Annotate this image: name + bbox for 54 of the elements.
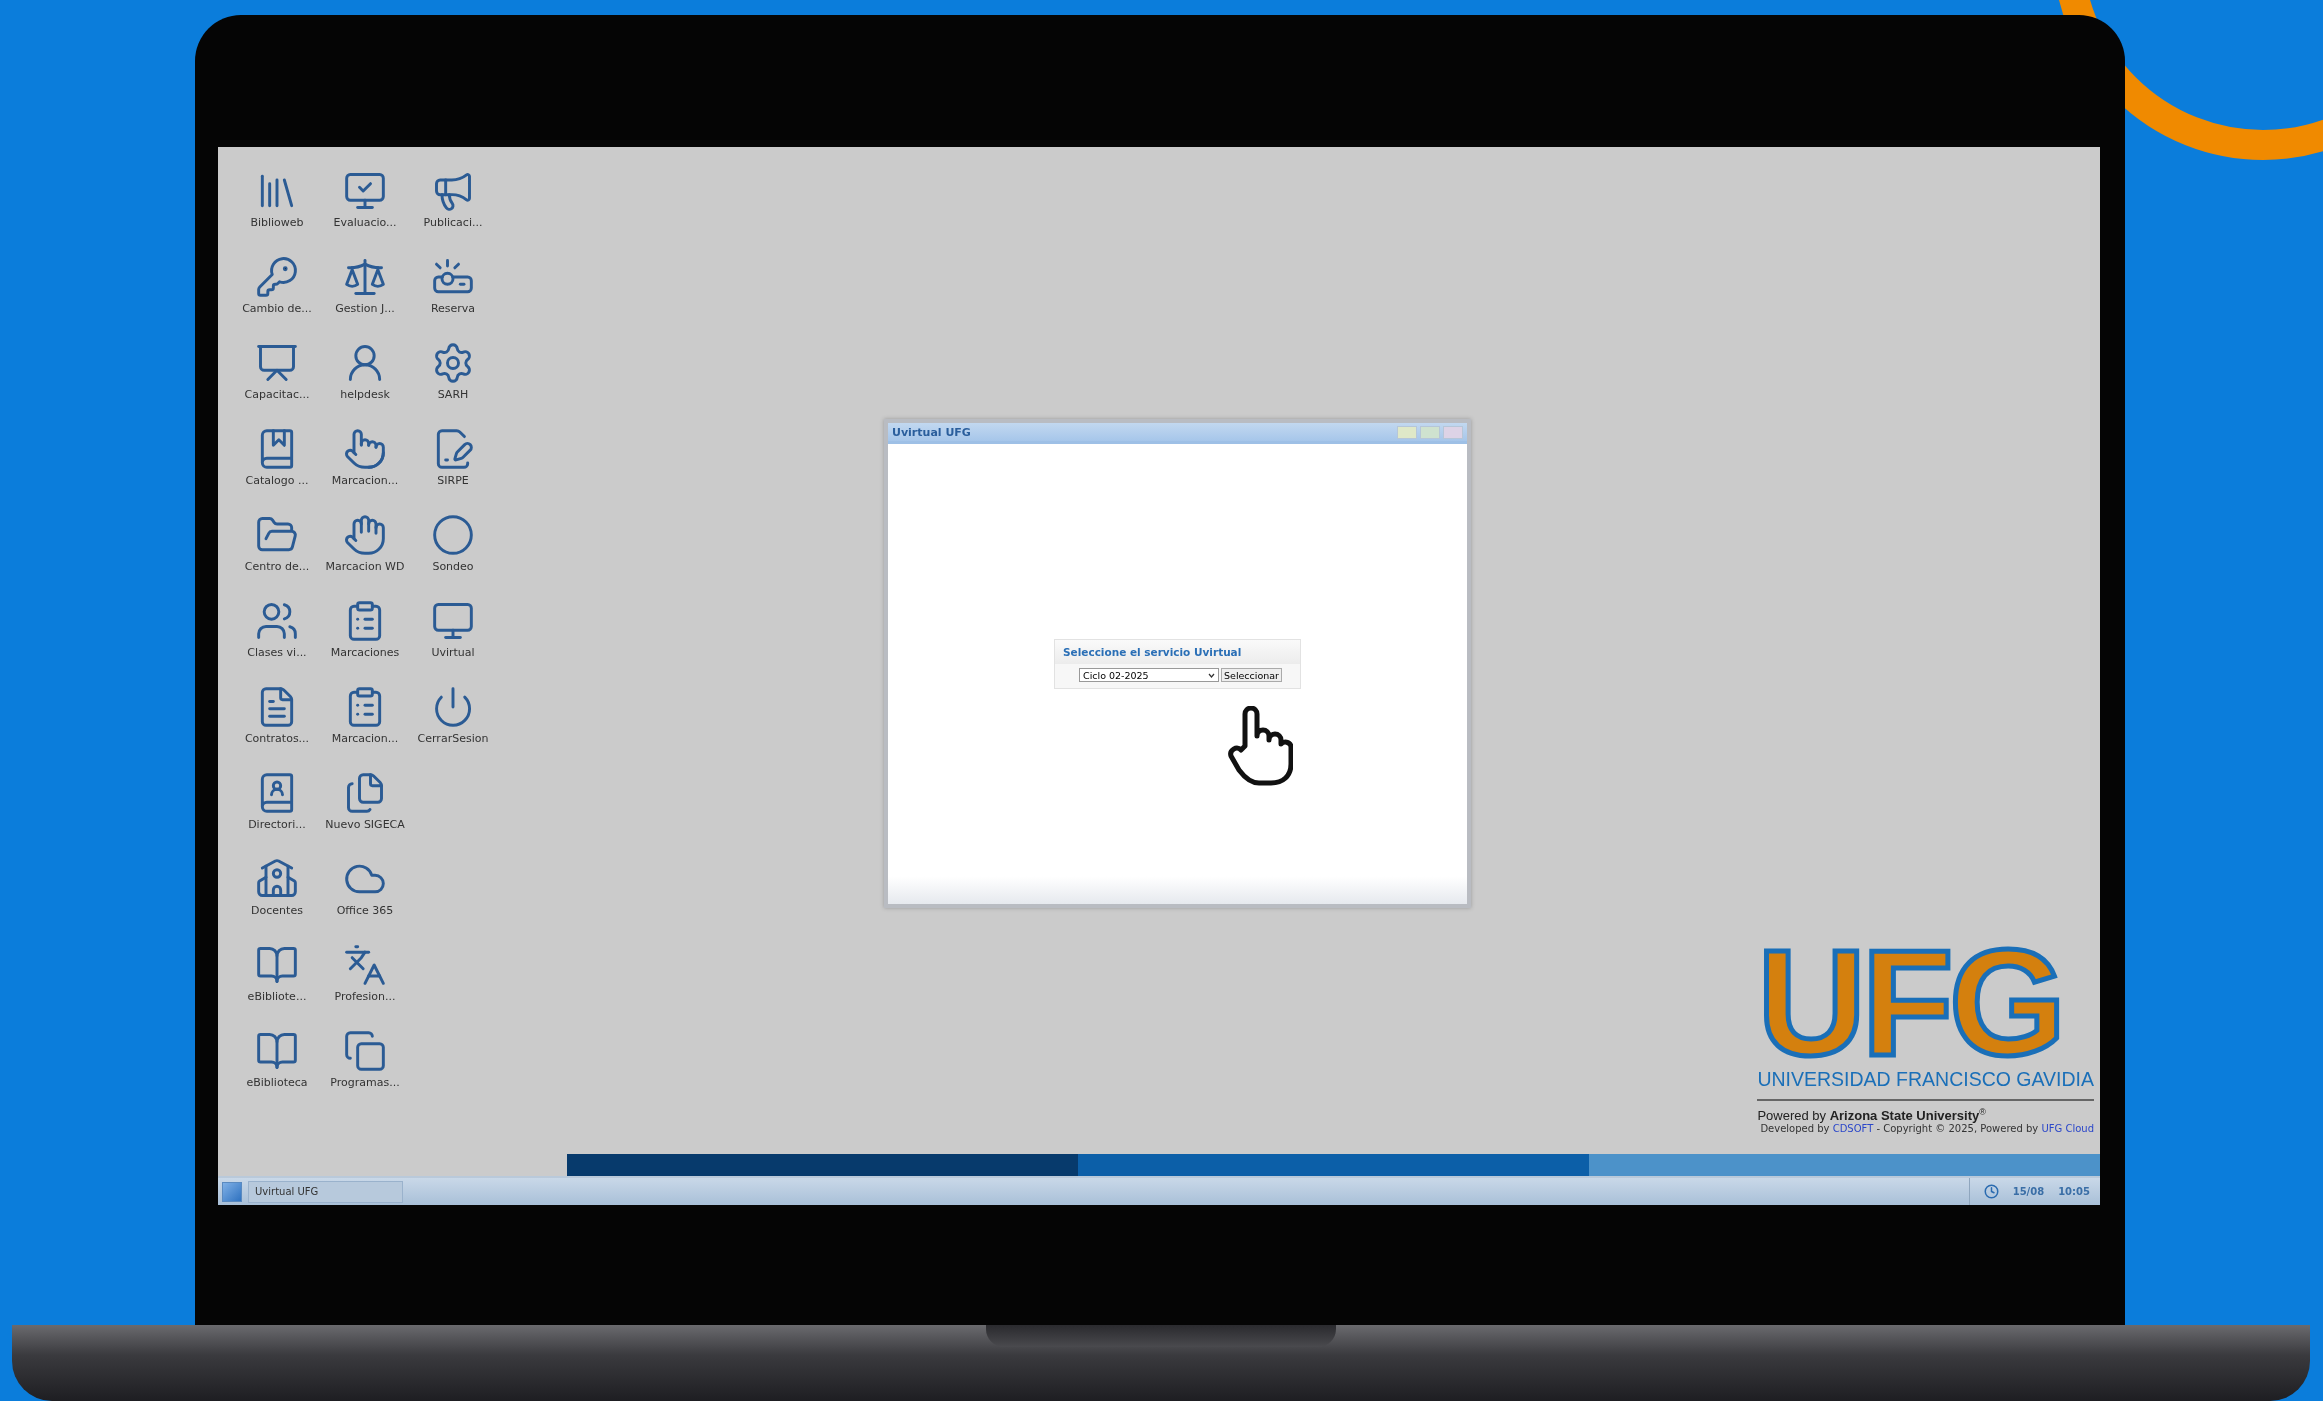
desktop-shortcut[interactable]: eBibliote... [233, 943, 321, 1025]
cdsoft-link[interactable]: CDSOFT [1832, 1123, 1874, 1134]
desktop-shortcut[interactable]: eBiblioteca [233, 1029, 321, 1111]
desktop-shortcut[interactable]: Contratos... [233, 685, 321, 767]
key-icon [255, 255, 299, 299]
chevron-down-icon [1208, 672, 1215, 678]
desktop-shortcut[interactable]: Clases vi... [233, 599, 321, 681]
desktop-shortcut[interactable]: Uvirtual [409, 599, 497, 681]
desktop-shortcut[interactable]: Sondeo [409, 513, 497, 595]
hand-icon [343, 513, 387, 557]
desktop-shortcut[interactable]: Catalogo ... [233, 427, 321, 509]
desktop-shortcut[interactable]: Reserva [409, 255, 497, 337]
logo: UFG [1756, 943, 2063, 1062]
desktop-shortcut[interactable]: Cambio de... [233, 255, 321, 337]
languages-icon [343, 943, 387, 987]
date-text: 15/08 [2012, 1186, 2045, 1197]
desktop-shortcut[interactable]: Marcacion... [321, 427, 409, 509]
minimize-button[interactable] [1397, 425, 1417, 439]
cloud-link[interactable]: UFG Cloud [2041, 1123, 2094, 1134]
taskbar-task[interactable]: Uvirtual UFG [248, 1180, 403, 1203]
files-icon [343, 1029, 387, 1073]
hand-cursor-icon [1227, 706, 1293, 786]
desktop-shortcut[interactable]: Directori... [233, 771, 321, 853]
desktop-shortcut[interactable]: Gestion J... [321, 255, 409, 337]
desktop-shortcut[interactable]: Nuevo SIGECA [321, 771, 409, 853]
desktop-shortcut[interactable]: Capacitac... [233, 341, 321, 423]
university-name: UNIVERSIDAD FRANCISCO GAVIDIA [1757, 1061, 2094, 1101]
desktop-shortcut[interactable]: helpdesk [321, 341, 409, 423]
desktop-shortcut[interactable]: Marcaciones [321, 599, 409, 681]
time-text: 10:05 [2058, 1186, 2090, 1197]
close-button[interactable] [1443, 425, 1463, 439]
desktop-shortcut[interactable]: Centro de... [233, 513, 321, 595]
desktop-shortcut[interactable]: Biblioweb [233, 169, 321, 251]
desktop-shortcut[interactable]: SIRPE [409, 427, 497, 509]
desktop-shortcut[interactable]: Marcacion WD [321, 513, 409, 595]
desktop-shortcut[interactable]: SARH [409, 341, 497, 423]
credits-text: Developed by CDSOFT - Copyright © 2025, Powered by UFG Cloud [1760, 1123, 2094, 1134]
select-button[interactable]: Seleccionar [1221, 668, 1282, 682]
desktop-shortcut[interactable]: Profesion... [321, 943, 409, 1025]
desktop-shortcut[interactable]: Office 365 [321, 857, 409, 939]
desktop-shortcut[interactable]: Programas... [321, 1029, 409, 1111]
cycle-select[interactable]: Ciclo 02-2025 [1079, 668, 1219, 682]
window-title: Uvirtual UFG [892, 425, 971, 439]
desktop-shortcut[interactable]: Evaluacio... [321, 169, 409, 251]
powered-by-text: Powered by Arizona State University$^{®}$ [1756, 1105, 1986, 1123]
pointer-icon [343, 427, 387, 471]
clock-icon[interactable] [1983, 1184, 1999, 1199]
start-button[interactable] [222, 1181, 242, 1202]
circle-icon [431, 513, 475, 557]
desktop-shortcut[interactable]: Publicaci... [409, 169, 497, 251]
maximize-button[interactable] [1420, 425, 1440, 439]
desktop-shortcut[interactable]: CerrarSesion [409, 685, 497, 767]
desktop-shortcut[interactable]: Docentes [233, 857, 321, 939]
desktop-shortcut[interactable]: Marcacion... [321, 685, 409, 767]
